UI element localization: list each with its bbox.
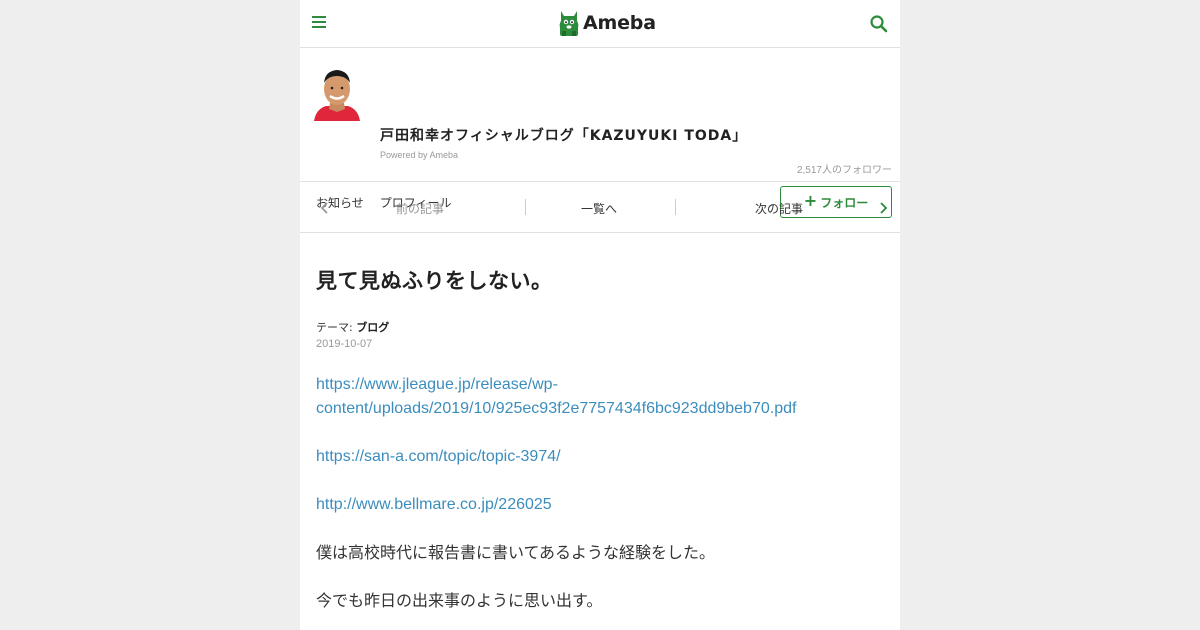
next-article-link[interactable]: 次の記事 [755, 200, 803, 217]
pager-divider [525, 199, 526, 215]
avatar[interactable] [312, 65, 362, 121]
paragraph: 僕は高校時代に報告書に書いてあるような経験をした。 [316, 543, 716, 562]
powered-by-text: Powered by Ameba [380, 150, 459, 160]
ameba-mascot-icon [559, 11, 579, 36]
article-body: https://www.jleague.jp/release/wp- conte… [316, 373, 884, 613]
bellmare-link[interactable]: http://www.bellmare.co.jp/226025 [316, 493, 884, 517]
prev-article-link[interactable]: 前の記事 [396, 200, 444, 217]
blog-info: 戸田和幸オフィシャルブログ「KAZUYUKI TODA」 Powered by … [300, 48, 900, 218]
jleague-link-line2: content/uploads/2019/10/925ec93f2e775743… [316, 400, 797, 417]
ameba-logo[interactable]: Ameba [558, 8, 656, 38]
article-theme: テーマ: ブログ [316, 319, 884, 335]
theme-label: テーマ: [316, 321, 353, 334]
article: 見て見ぬふりをしない。 テーマ: ブログ 2019-10-07 https://… [300, 233, 900, 613]
paragraph: 今でも昨日の出来事のように思い出す。 [316, 591, 603, 610]
chevron-left-icon[interactable] [318, 200, 332, 216]
blog-title[interactable]: 戸田和幸オフィシャルブログ「KAZUYUKI TODA」 [380, 125, 747, 145]
pager-divider [675, 199, 676, 215]
follower-count[interactable]: 2,517人のフォロワー [797, 161, 892, 176]
article-list-link[interactable]: 一覧へ [581, 200, 617, 217]
theme-link[interactable]: ブログ [356, 321, 389, 334]
jleague-link-line1: https://www.jleague.jp/release/wp- [316, 376, 558, 393]
hamburger-menu-icon[interactable] [312, 16, 328, 32]
chevron-right-icon[interactable] [876, 200, 890, 216]
jleague-link[interactable]: https://www.jleague.jp/release/wp- conte… [316, 373, 884, 421]
article-title: 見て見ぬふりをしない。 [316, 269, 553, 293]
article-pager: 前の記事 一覧へ 次の記事 [300, 183, 900, 233]
app-header: Ameba [300, 0, 900, 48]
san-a-link[interactable]: https://san-a.com/topic/topic-3974/ [316, 445, 884, 469]
blog-page: Ameba 戸田和幸オフィシャルブログ「KAZUYUKI TODA」 Power… [300, 0, 900, 630]
article-date: 2019-10-07 [316, 338, 373, 350]
search-icon[interactable] [868, 13, 890, 35]
logo-text: Ameba [583, 12, 656, 34]
